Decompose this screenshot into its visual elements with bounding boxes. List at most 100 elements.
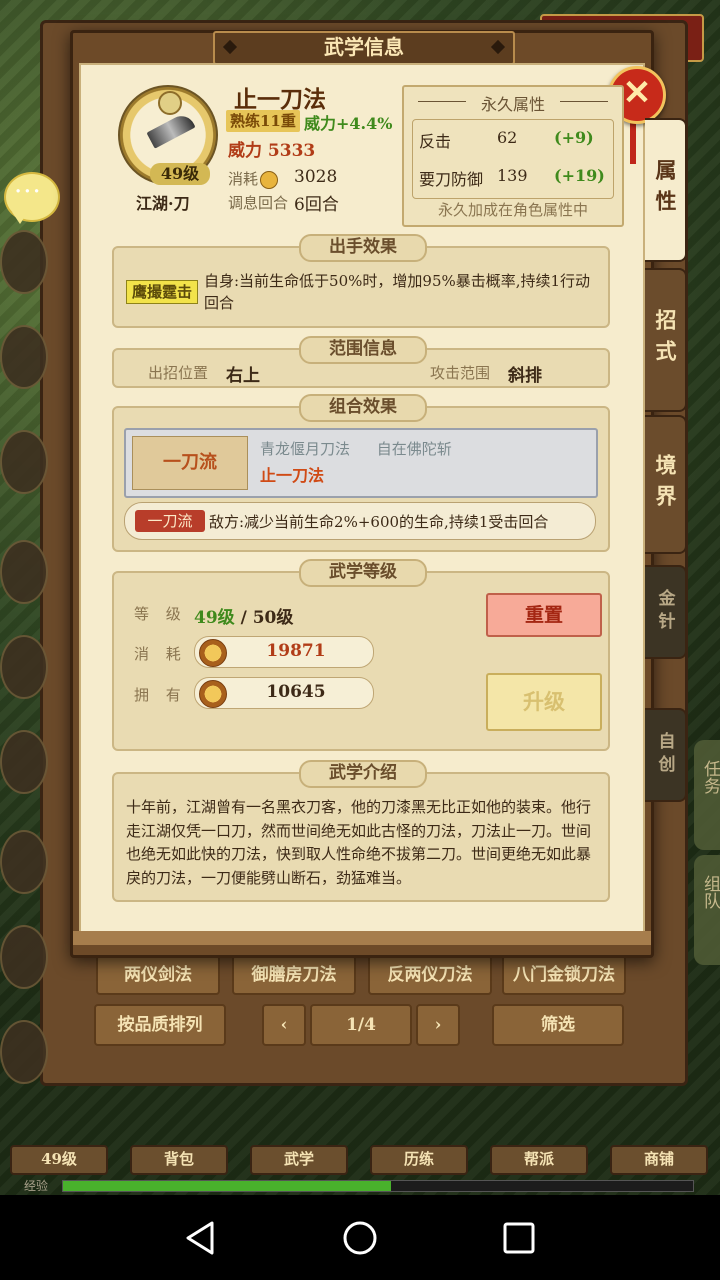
level-label: 等 级 bbox=[134, 605, 187, 623]
level-value: 49级 / 50级 bbox=[194, 603, 293, 628]
left-menu-icon[interactable] bbox=[0, 830, 48, 894]
range-label: 攻击范围 bbox=[430, 364, 491, 382]
attribute-bonus: (+19) bbox=[554, 166, 605, 185]
right-tab-team[interactable]: 组队 bbox=[694, 855, 720, 965]
cost-label-text: 消耗 bbox=[228, 170, 259, 188]
level-badge: 49级 bbox=[150, 163, 210, 185]
bottom-tab-guild[interactable]: 帮派 bbox=[490, 1145, 588, 1175]
bottom-tab-bag[interactable]: 背包 bbox=[130, 1145, 228, 1175]
coin-icon bbox=[199, 639, 227, 667]
level-section: 武学等级 等 级 49级 / 50级 消 耗 19871 拥 有 10645 重… bbox=[112, 559, 610, 751]
position-label: 出招位置 bbox=[148, 364, 209, 382]
skill-subtype: 江湖·刀 bbox=[136, 194, 190, 213]
tab-moves[interactable]: 招式 bbox=[645, 268, 687, 412]
combo-member: 青龙偃月刀法 bbox=[260, 440, 351, 458]
tab-golden-needle[interactable]: 金针 bbox=[645, 565, 687, 659]
xp-progress-bar bbox=[62, 1180, 694, 1192]
prev-page-button[interactable]: ‹ bbox=[262, 1004, 306, 1046]
combo-tag: 一刀流 bbox=[132, 436, 248, 490]
section-title: 范围信息 bbox=[299, 336, 427, 364]
cost-label: 消耗 bbox=[228, 168, 279, 189]
reset-button[interactable]: 重置 bbox=[486, 593, 602, 637]
tab-self-create[interactable]: 自创 bbox=[645, 708, 687, 802]
attribute-row: 要刀防御 139 (+19) bbox=[419, 160, 609, 190]
skill-card[interactable]: 八门金锁刀法 bbox=[502, 955, 626, 995]
diamond-ornament-icon bbox=[490, 39, 506, 55]
permanent-attributes-box: 永久属性 反击 62 (+9) 要刀防御 139 (+19) 永久加成在角色属性… bbox=[402, 85, 624, 227]
bottom-tab-level[interactable]: 49级 bbox=[10, 1145, 108, 1175]
xp-label: 经验 bbox=[24, 1179, 49, 1193]
attributes-title: 永久属性 bbox=[404, 91, 622, 115]
combo-names: 青龙偃月刀法 自在佛陀斩 bbox=[260, 438, 474, 459]
page-indicator: 1/4 bbox=[310, 1004, 412, 1046]
bottom-tab-skills[interactable]: 武学 bbox=[250, 1145, 348, 1175]
attribute-name: 反击 bbox=[419, 132, 452, 151]
left-menu-icon[interactable] bbox=[0, 730, 48, 794]
power-bonus: 威力+4.4% bbox=[304, 114, 393, 133]
coin-icon bbox=[260, 171, 279, 189]
cooldown-value: 6回合 bbox=[294, 195, 339, 215]
combo-effect-text: 敌方:减少当前生命2%+600的生命,持续1受击回合 bbox=[209, 513, 549, 531]
position-value: 右上 bbox=[226, 366, 260, 386]
attribute-bonus: (+9) bbox=[554, 128, 594, 147]
level-current: 49级 bbox=[194, 608, 235, 628]
left-menu-icon[interactable] bbox=[0, 230, 48, 294]
skill-header: 49级 江湖·刀 止一刀法 熟练11重 威力+4.4% 威力 5333 消耗 3… bbox=[110, 80, 624, 227]
chat-bubble-icon[interactable] bbox=[4, 172, 60, 224]
left-menu-icon[interactable] bbox=[0, 1020, 48, 1084]
attribute-value: 139 bbox=[497, 166, 528, 185]
skill-card[interactable]: 两仪剑法 bbox=[96, 955, 220, 995]
combo-effect-tag: 一刀流 bbox=[135, 510, 205, 532]
power-value: 威力 5333 bbox=[228, 141, 316, 161]
attribute-name: 要刀防御 bbox=[419, 170, 484, 189]
section-title: 武学介绍 bbox=[299, 760, 427, 788]
attribute-row: 反击 62 (+9) bbox=[419, 122, 609, 152]
section-title: 组合效果 bbox=[299, 394, 427, 422]
paper-scroll-edge bbox=[73, 931, 651, 945]
level-cost-value: 19871 bbox=[266, 641, 326, 661]
left-menu-icon[interactable] bbox=[0, 430, 48, 494]
section-title: 出手效果 bbox=[299, 234, 427, 262]
effect-text: 自身:当前生命低于50%时，增加95%暴击概率,持续1行动回合 bbox=[204, 272, 591, 312]
skill-avatar: 49级 bbox=[118, 85, 218, 185]
section-title: 武学等级 bbox=[299, 559, 427, 587]
back-icon[interactable] bbox=[184, 1221, 216, 1259]
filter-button[interactable]: 筛选 bbox=[492, 1004, 624, 1046]
range-section: 范围信息 出招位置 右上 攻击范围 斜排 bbox=[112, 336, 610, 388]
effect-section: 出手效果 鹰撮霆击 自身:当前生命低于50%时，增加95%暴击概率,持续1行动回… bbox=[112, 234, 610, 328]
combo-member: 自在佛陀斩 bbox=[376, 440, 452, 458]
bottom-tab-shop[interactable]: 商铺 bbox=[610, 1145, 708, 1175]
sort-by-quality-button[interactable]: 按品质排列 bbox=[94, 1004, 226, 1046]
skill-card[interactable]: 御膳房刀法 bbox=[232, 955, 356, 995]
skill-name: 止一刀法 bbox=[234, 86, 326, 113]
cooldown-label: 调息回合 bbox=[228, 194, 289, 212]
tassel-ornament bbox=[630, 118, 636, 164]
level-max: / 50级 bbox=[234, 608, 294, 628]
left-menu-icon[interactable] bbox=[0, 325, 48, 389]
level-cost-pill: 19871 bbox=[194, 636, 374, 668]
range-value: 斜排 bbox=[508, 366, 542, 386]
attribute-value: 62 bbox=[497, 128, 518, 147]
combo-box: 一刀流 青龙偃月刀法 自在佛陀斩 止一刀法 bbox=[124, 428, 598, 498]
left-menu-icon[interactable] bbox=[0, 925, 48, 989]
combo-effect: 一刀流 敌方:减少当前生命2%+600的生命,持续1受击回合 bbox=[124, 502, 596, 540]
lock-icon bbox=[158, 91, 182, 115]
left-menu-icon[interactable] bbox=[0, 635, 48, 699]
right-tab-task[interactable]: 任务 bbox=[694, 740, 720, 850]
left-menu-icon[interactable] bbox=[0, 540, 48, 604]
upgrade-button[interactable]: 升级 bbox=[486, 673, 602, 731]
tab-attributes[interactable]: 属性 bbox=[645, 118, 687, 262]
level-cost-label: 消 耗 bbox=[134, 645, 187, 663]
diamond-ornament-icon bbox=[222, 39, 238, 55]
dialog-title-text: 武学信息 bbox=[324, 35, 404, 59]
home-icon[interactable] bbox=[342, 1220, 378, 1260]
tab-realm[interactable]: 境界 bbox=[645, 415, 687, 554]
recent-apps-icon[interactable] bbox=[503, 1222, 535, 1258]
bottom-tab-training[interactable]: 历练 bbox=[370, 1145, 468, 1175]
right-tab-label: 组队 bbox=[700, 875, 720, 909]
dialog-title: 武学信息 bbox=[213, 31, 515, 65]
attributes-list: 反击 62 (+9) 要刀防御 139 (+19) bbox=[412, 119, 614, 199]
next-page-button[interactable]: › bbox=[416, 1004, 460, 1046]
skill-card[interactable]: 反两仪刀法 bbox=[368, 955, 492, 995]
xp-progress-fill bbox=[63, 1181, 391, 1191]
